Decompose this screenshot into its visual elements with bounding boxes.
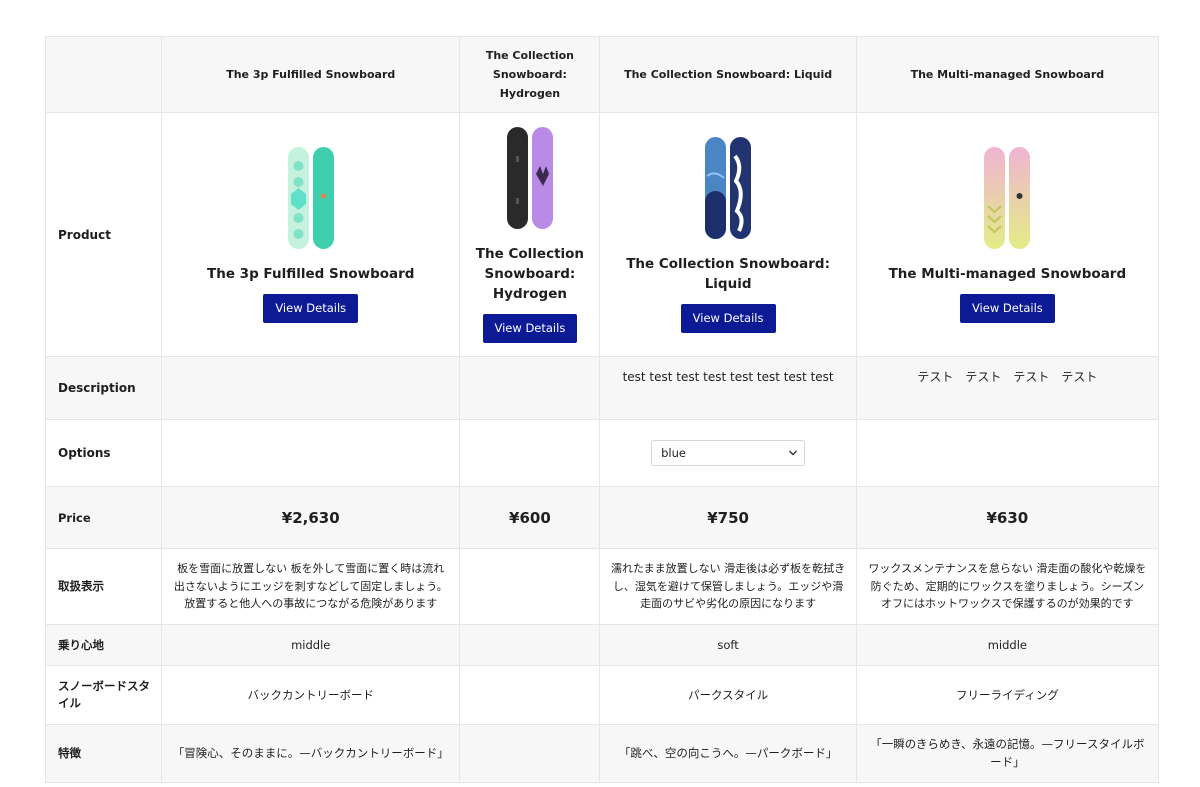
product-cell: The Multi-managed Snowboard View Details (855, 112, 1160, 357)
product-title[interactable]: The 3p Fulfilled Snowboard (172, 264, 449, 284)
product-title[interactable]: The Collection Snowboard: Liquid (610, 254, 845, 294)
ride-cell: middle (855, 624, 1160, 666)
style-cell: パークスタイル (599, 665, 857, 725)
product-title[interactable]: The Collection Snowboard: Hydrogen (470, 244, 589, 304)
feature-cell: 「一瞬のきらめき、永遠の記憶。—フリースタイルボード」 (855, 724, 1160, 783)
product-cell: The 3p Fulfilled Snowboard View Details (161, 112, 461, 357)
header-product-name: The 3p Fulfilled Snowboard (161, 36, 461, 113)
options-cell: blue (599, 419, 857, 487)
row-label-description: Description (44, 356, 163, 420)
style-cell: フリーライディング (855, 665, 1160, 725)
care-cell: 板を雪面に放置しない 板を外して雪面に置く時は流れ出さないようにエッジを刺すなど… (161, 548, 461, 625)
price-cell: ¥2,630 (161, 486, 461, 549)
snowboard-mint-icon[interactable] (286, 146, 336, 250)
ride-row: 乗り心地 middle soft middle (44, 624, 1160, 666)
feature-row: 特徴 「冒険心、そのままに。—バックカントリーボード」 「跳べ、空の向こうへ。—… (44, 724, 1160, 783)
row-label-price: Price (44, 486, 163, 549)
style-row: スノーボードスタイル バックカントリーボード パークスタイル フリーライディング (44, 665, 1160, 725)
description-cell (161, 356, 461, 420)
view-details-button[interactable]: View Details (680, 304, 776, 333)
feature-cell: 「跳べ、空の向こうへ。—パークボード」 (599, 724, 857, 783)
product-row: Product The 3p Fulfilled Snowboard View … (44, 112, 1160, 357)
product-cell: The Collection Snowboard: Liquid View De… (599, 112, 857, 357)
row-label-product: Product (44, 112, 163, 357)
options-cell (161, 419, 461, 487)
chevron-down-icon (789, 450, 798, 456)
row-label-feature: 特徴 (44, 724, 163, 783)
snowboard-black-purple-icon[interactable] (505, 126, 555, 230)
header-product-name: The Multi-managed Snowboard (855, 36, 1160, 113)
header-product-name: The Collection Snowboard: Liquid (599, 36, 857, 113)
style-cell (459, 665, 601, 725)
price-cell: ¥750 (599, 486, 857, 549)
description-cell: テスト テスト テスト テスト (855, 356, 1160, 420)
row-label-style: スノーボードスタイル (44, 665, 163, 725)
view-details-button[interactable]: View Details (482, 314, 578, 343)
row-label-options: Options (44, 419, 163, 487)
feature-cell: 「冒険心、そのままに。—バックカントリーボード」 (161, 724, 461, 783)
price-cell: ¥630 (855, 486, 1160, 549)
product-comparison-table: The 3p Fulfilled Snowboard The Collectio… (44, 36, 1160, 783)
description-cell (459, 356, 601, 420)
care-row: 取扱表示 板を雪面に放置しない 板を外して雪面に置く時は流れ出さないようにエッジ… (44, 548, 1160, 625)
view-details-button[interactable]: View Details (263, 294, 359, 323)
variant-select-value: blue (661, 446, 686, 460)
feature-cell (459, 724, 601, 783)
options-cell (459, 419, 601, 487)
product-title[interactable]: The Multi-managed Snowboard (867, 264, 1148, 284)
price-row: Price ¥2,630 ¥600 ¥750 ¥630 (44, 486, 1160, 549)
ride-cell: soft (599, 624, 857, 666)
care-cell: ワックスメンテナンスを怠らない 滑走面の酸化や乾燥を防ぐため、定期的にワックスを… (855, 548, 1160, 625)
description-cell: test test test test test test test test (599, 356, 857, 420)
care-cell: 濡れたまま放置しない 滑走後は必ず板を乾拭きし、湿気を避けて保管しましょう。エッ… (599, 548, 857, 625)
ride-cell: middle (161, 624, 461, 666)
header-corner-cell (44, 36, 163, 113)
header-product-name: The Collection Snowboard: Hydrogen (459, 36, 601, 113)
care-cell (459, 548, 601, 625)
snowboard-pastel-icon[interactable] (982, 146, 1032, 250)
row-label-care: 取扱表示 (44, 548, 163, 625)
row-label-ride: 乗り心地 (44, 624, 163, 666)
view-details-button[interactable]: View Details (959, 294, 1055, 323)
options-cell (855, 419, 1160, 487)
price-cell: ¥600 (459, 486, 601, 549)
options-row: Options blue (44, 419, 1160, 487)
description-row: Description test test test test test tes… (44, 356, 1160, 420)
header-row: The 3p Fulfilled Snowboard The Collectio… (44, 36, 1160, 113)
product-cell: The Collection Snowboard: Hydrogen View … (459, 112, 601, 357)
snowboard-blue-icon[interactable] (703, 136, 753, 240)
ride-cell (459, 624, 601, 666)
comparison-table-wrapper: The 3p Fulfilled Snowboard The Collectio… (44, 36, 1160, 783)
style-cell: バックカントリーボード (161, 665, 461, 725)
variant-select[interactable]: blue (651, 440, 806, 466)
